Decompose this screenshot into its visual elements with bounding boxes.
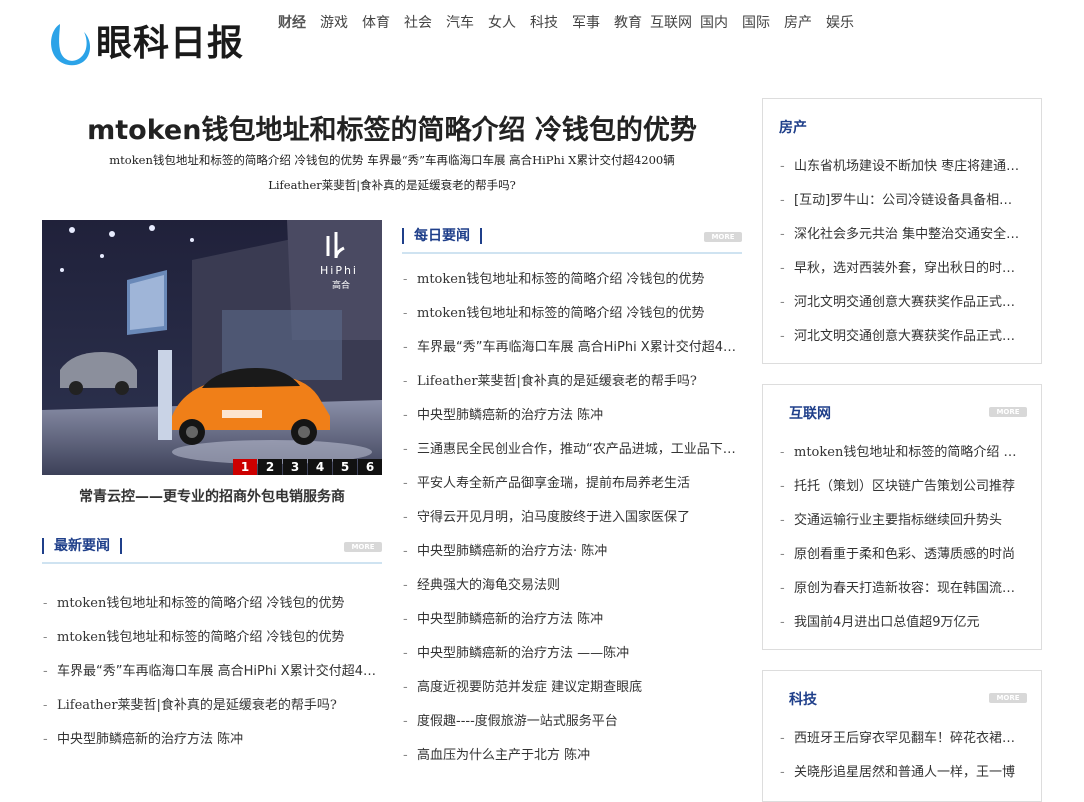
nav-item-auto[interactable]: 汽车 (446, 10, 474, 36)
realestate-title[interactable]: 房产 (779, 117, 807, 137)
list-item[interactable]: Lifeather莱斐哲|食补真的是延缓衰老的帮手吗? (402, 365, 740, 399)
list-item[interactable]: mtoken钱包地址和标签的简略介绍 冷钱包的优势 (402, 297, 740, 331)
slider-page-5[interactable]: 5 (333, 459, 357, 475)
nav-item-international[interactable]: 国际 (742, 10, 770, 36)
daily-more-button[interactable]: MORE (704, 232, 742, 242)
main-nav: 财经 游戏 体育 社会 汽车 女人 科技 军事 教育 互联网 国内 国际 房产 … (278, 10, 868, 36)
headline-sub-links-1[interactable]: mtoken钱包地址和标签的简略介绍 冷钱包的优势 车界最“秀”车再临海口车展 … (42, 152, 742, 168)
latest-news-title: 最新要闻 (42, 538, 122, 554)
slider-page-2[interactable]: 2 (258, 459, 282, 475)
list-item[interactable]: mtoken钱包地址和标签的简略介绍 冷钱包的优势 (402, 263, 740, 297)
list-item[interactable]: 中央型肺鳞癌新的治疗方法 陈冲 (42, 723, 382, 757)
list-item[interactable]: 交通运输行业主要指标继续回升势头 (779, 504, 1025, 538)
internet-title[interactable]: 互联网 (789, 403, 831, 423)
list-item[interactable]: 关晓彤追星居然和普通人一样，王一博 (779, 756, 1025, 790)
nav-item-sports[interactable]: 体育 (362, 10, 390, 36)
logo-ring-icon (48, 18, 92, 66)
nav-item-entertainment[interactable]: 娱乐 (826, 10, 854, 36)
list-item[interactable]: 车界最“秀”车再临海口车展 高合HiPhi X累计交付超4200辆 (42, 655, 382, 689)
list-item[interactable]: 早秋，选对西装外套，穿出秋日的时髦感 (779, 252, 1025, 286)
nav-item-women[interactable]: 女人 (488, 10, 516, 36)
logo-text: 眼科日报 (96, 23, 245, 64)
slider-page-6[interactable]: 6 (358, 459, 382, 475)
nav-item-internet[interactable]: 互联网 (650, 10, 692, 36)
tech-list: 西班牙王后穿衣罕见翻车！碎花衣裙显老气 关晓彤追星居然和普通人一样，王一博 (779, 722, 1025, 790)
list-item[interactable]: 度假趣----度假旅游一站式服务平台 (402, 705, 740, 739)
headline-title[interactable]: mtoken钱包地址和标签的简略介绍 冷钱包的优势 (42, 108, 742, 147)
list-item[interactable]: 中央型肺鳞癌新的治疗方法 陈冲 (402, 603, 740, 637)
tech-title[interactable]: 科技 (789, 689, 817, 709)
list-item[interactable]: 平安人寿全新产品御享金瑞，提前布局养老生活 (402, 467, 740, 501)
list-item[interactable]: mtoken钱包地址和标签的简略介绍 冷钱包的优势 (42, 587, 382, 621)
list-item[interactable]: 西班牙王后穿衣罕见翻车！碎花衣裙显老气 (779, 722, 1025, 756)
brand-text: HiPhi (320, 264, 358, 277)
daily-news-header: 每日要闻 MORE (402, 222, 742, 254)
nav-item-military[interactable]: 军事 (572, 10, 600, 36)
list-item[interactable]: 深化社会多元共治 集中整治交通安全隐患 (779, 218, 1025, 252)
list-item[interactable]: mtoken钱包地址和标签的简略介绍 冷钱包的优势 (779, 436, 1025, 470)
nav-item-realestate[interactable]: 房产 (784, 10, 812, 36)
site-logo[interactable]: 眼科日报 (48, 12, 244, 68)
list-item[interactable]: 高血压为什么主产于北方 陈冲 (402, 739, 740, 773)
nav-item-education[interactable]: 教育 (614, 10, 642, 36)
image-slider[interactable]: HiPhi 高合 1 2 3 4 5 6 (42, 220, 382, 475)
nav-item-domestic[interactable]: 国内 (700, 10, 728, 36)
list-item[interactable]: 高度近视要防范并发症 建议定期查眼底 (402, 671, 740, 705)
nav-item-finance[interactable]: 财经 (278, 10, 306, 36)
latest-news-header: 最新要闻 MORE (42, 532, 382, 564)
list-item[interactable]: 山东省机场建设不断加快 枣庄将建通用机场 (779, 150, 1025, 184)
tech-more-button[interactable]: MORE (989, 693, 1027, 703)
list-item[interactable]: 河北文明交通创意大赛获奖作品正式揭晓 (779, 286, 1025, 320)
list-item[interactable]: 经典强大的海龟交易法则 (402, 569, 740, 603)
slider-pagination: 1 2 3 4 5 6 (232, 459, 382, 475)
sidebar-realestate-box: 房产 山东省机场建设不断加快 枣庄将建通用机场 [互动]罗牛山：公司冷链设备具备… (762, 98, 1042, 364)
list-item[interactable]: 车界最“秀”车再临海口车展 高合HiPhi X累计交付超4200辆 (402, 331, 740, 365)
realestate-list: 山东省机场建设不断加快 枣庄将建通用机场 [互动]罗牛山：公司冷链设备具备相关资… (779, 150, 1025, 354)
daily-news-list: mtoken钱包地址和标签的简略介绍 冷钱包的优势 mtoken钱包地址和标签的… (402, 263, 740, 773)
headline-sub-links-2[interactable]: Lifeather莱斐哲|食补真的是延缓衰老的帮手吗? (42, 177, 742, 193)
list-item[interactable]: 我国前4月进出口总值超9万亿元 (779, 606, 1025, 640)
internet-more-button[interactable]: MORE (989, 407, 1027, 417)
list-item[interactable]: [互动]罗牛山：公司冷链设备具备相关资质 (779, 184, 1025, 218)
nav-item-games[interactable]: 游戏 (320, 10, 348, 36)
nav-item-society[interactable]: 社会 (404, 10, 432, 36)
list-item[interactable]: 原创看重于柔和色彩、透薄质感的时尚 (779, 538, 1025, 572)
sidebar-internet-box: 互联网 MORE mtoken钱包地址和标签的简略介绍 冷钱包的优势 托托（策划… (762, 384, 1042, 650)
slider-page-1[interactable]: 1 (233, 459, 257, 475)
list-item[interactable]: 中央型肺鳞癌新的治疗方法 陈冲 (402, 399, 740, 433)
list-item[interactable]: 原创为春天打造新妆容：现在韩国流行的 (779, 572, 1025, 606)
internet-list: mtoken钱包地址和标签的简略介绍 冷钱包的优势 托托（策划）区块链广告策划公… (779, 436, 1025, 640)
sidebar-tech-box: 科技 MORE 西班牙王后穿衣罕见翻车！碎花衣裙显老气 关晓彤追星居然和普通人一… (762, 670, 1042, 802)
list-item[interactable]: 河北文明交通创意大赛获奖作品正式揭晓 (779, 320, 1025, 354)
list-item[interactable]: 托托（策划）区块链广告策划公司推荐 (779, 470, 1025, 504)
brand-cn-text: 高合 (332, 279, 350, 291)
list-item[interactable]: 守得云开见月明，泊马度胺终于进入国家医保了 (402, 501, 740, 535)
slider-page-3[interactable]: 3 (283, 459, 307, 475)
slider-page-4[interactable]: 4 (308, 459, 332, 475)
latest-more-button[interactable]: MORE (344, 542, 382, 552)
car-showroom-image: HiPhi 高合 (42, 220, 382, 475)
nav-item-tech[interactable]: 科技 (530, 10, 558, 36)
list-item[interactable]: 中央型肺鳞癌新的治疗方法· 陈冲 (402, 535, 740, 569)
list-item[interactable]: Lifeather莱斐哲|食补真的是延缓衰老的帮手吗? (42, 689, 382, 723)
list-item[interactable]: mtoken钱包地址和标签的简略介绍 冷钱包的优势 (42, 621, 382, 655)
list-item[interactable]: 中央型肺鳞癌新的治疗方法 ——陈冲 (402, 637, 740, 671)
latest-news-list: mtoken钱包地址和标签的简略介绍 冷钱包的优势 mtoken钱包地址和标签的… (42, 587, 382, 757)
list-item[interactable]: 三通惠民全民创业合作，推动“农产品进城，工业品下乡” (402, 433, 740, 467)
slider-caption[interactable]: 常青云控——更专业的招商外包电销服务商 (42, 486, 382, 506)
daily-news-title: 每日要闻 (402, 228, 482, 244)
